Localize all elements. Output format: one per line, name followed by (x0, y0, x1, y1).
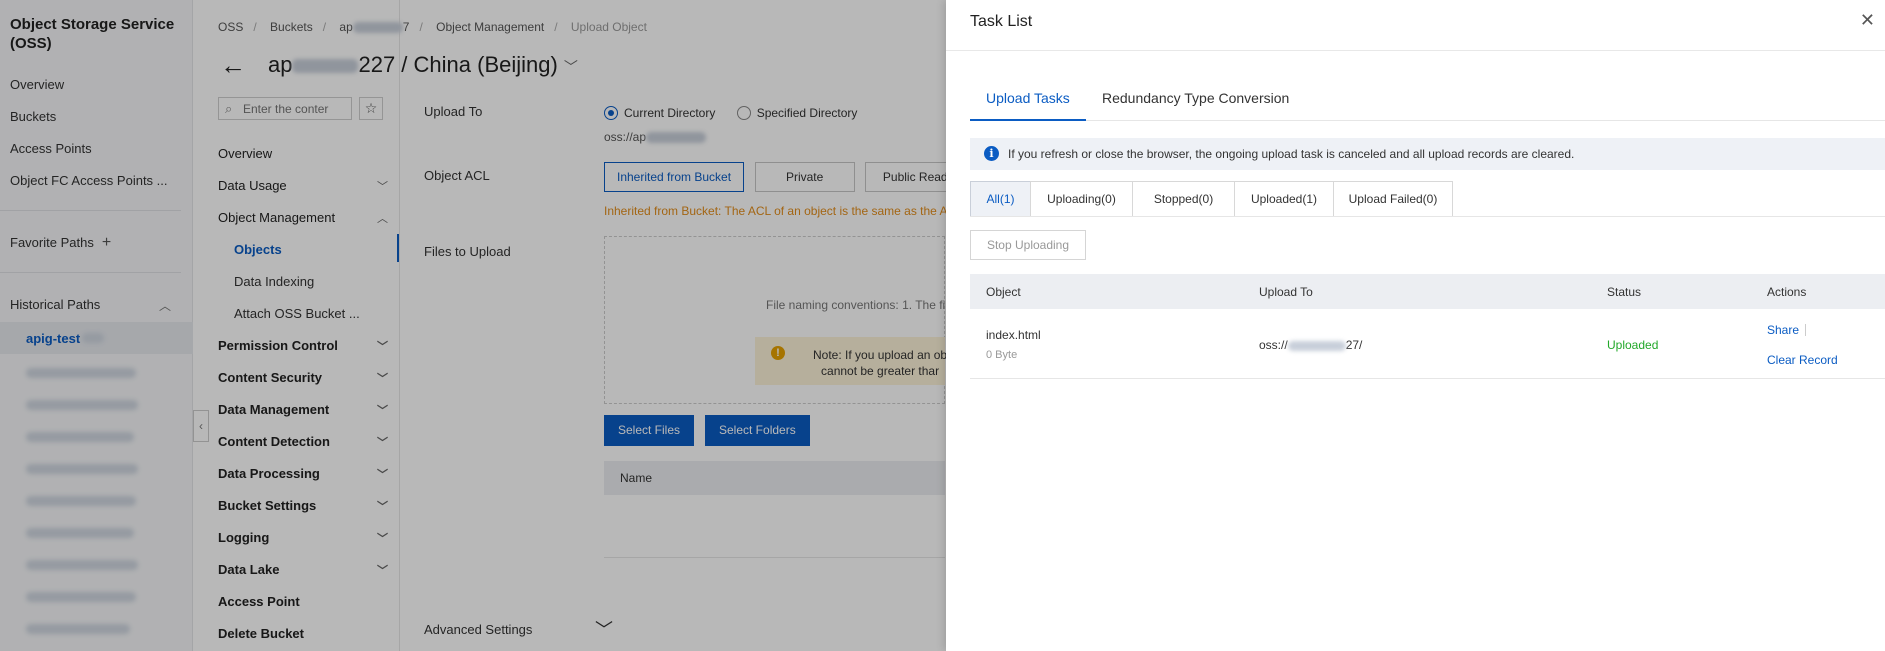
column-actions: Actions (1767, 285, 1807, 299)
stop-uploading-button[interactable]: Stop Uploading (970, 230, 1086, 260)
task-table-header: Object Upload To Status Actions (970, 274, 1885, 309)
clear-record-link[interactable]: Clear Record (1767, 353, 1838, 367)
info-text: If you refresh or close the browser, the… (1008, 147, 1575, 161)
upload-destination: oss://27/ (1259, 338, 1363, 352)
drawer-title: Task List (970, 13, 1033, 30)
info-banner: i If you refresh or close the browser, t… (970, 138, 1885, 170)
column-upload-to: Upload To (1259, 285, 1313, 299)
object-size: 0 Byte (986, 349, 1018, 361)
table-row: index.html 0 Byte oss://27/ Uploaded Sha… (970, 309, 1885, 379)
filter-stopped[interactable]: Stopped(0) (1132, 181, 1235, 217)
filter-uploaded[interactable]: Uploaded(1) (1234, 181, 1334, 217)
column-status: Status (1607, 285, 1642, 299)
tab-redundancy-type-conversion[interactable]: Redundancy Type Conversion (1086, 88, 1305, 121)
drawer-tabs: Upload Tasks Redundancy Type Conversion (970, 88, 1885, 121)
object-name: index.html (986, 328, 1041, 342)
column-object: Object (986, 285, 1021, 299)
tab-upload-tasks[interactable]: Upload Tasks (970, 88, 1086, 121)
task-list-drawer: Task List ✕ Upload Tasks Redundancy Type… (946, 0, 1885, 651)
status-badge: Uploaded (1607, 338, 1659, 352)
share-link[interactable]: Share (1767, 323, 1799, 337)
info-icon: i (984, 146, 999, 161)
filter-uploading[interactable]: Uploading(0) (1030, 181, 1133, 217)
filter-upload-failed[interactable]: Upload Failed(0) (1333, 181, 1453, 217)
modal-overlay[interactable] (0, 0, 946, 651)
close-icon[interactable]: ✕ (1860, 10, 1875, 31)
filter-all[interactable]: All(1) (970, 181, 1031, 217)
